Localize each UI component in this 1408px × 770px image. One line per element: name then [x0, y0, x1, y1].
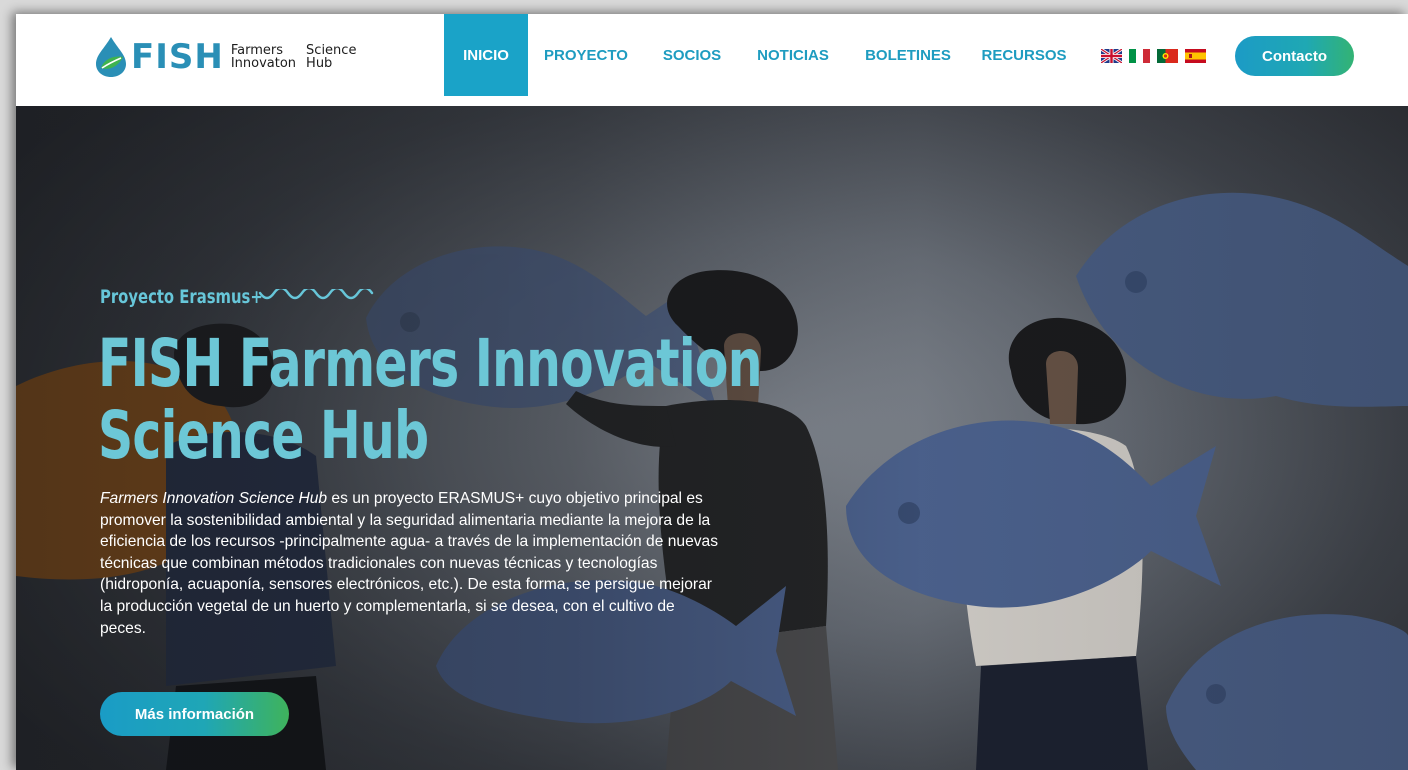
nav-item-inicio[interactable]: INICIO — [444, 14, 528, 96]
hero-section: Proyecto Erasmus+ FISH Farmers Innovatio… — [16, 106, 1408, 770]
site-header: FISH Farmers Science Innovaton Hub INICI… — [16, 14, 1408, 106]
hero-eyebrow-text: Proyecto Erasmus+ — [100, 286, 263, 308]
language-switcher — [1101, 49, 1206, 63]
logo-tagline: Farmers Science Innovaton Hub — [231, 44, 357, 70]
nav-item-boletines[interactable]: BOLETINES — [860, 14, 956, 96]
logo-tagline-word: Hub — [306, 56, 333, 71]
hero-title-line: FISH Farmers Innovation — [98, 325, 763, 402]
hero-description-emphasis: Farmers Innovation Science Hub — [100, 490, 328, 507]
hero-eyebrow: Proyecto Erasmus+ — [100, 286, 374, 308]
hero-description: Farmers Innovation Science Hub es un pro… — [100, 488, 720, 639]
uk-flag-icon[interactable] — [1101, 49, 1122, 63]
nav-item-proyecto[interactable]: PROYECTO — [540, 14, 632, 96]
more-info-button[interactable]: Más información — [100, 692, 289, 736]
site-logo[interactable]: FISH Farmers Science Innovaton Hub — [92, 30, 392, 84]
contact-button[interactable]: Contacto — [1235, 36, 1354, 76]
portugal-flag-icon[interactable] — [1157, 49, 1178, 63]
nav-item-recursos[interactable]: RECURSOS — [978, 14, 1070, 96]
browser-viewport: FISH Farmers Science Innovaton Hub INICI… — [16, 14, 1408, 770]
spain-flag-icon[interactable] — [1185, 49, 1206, 63]
italy-flag-icon[interactable] — [1129, 49, 1150, 63]
logo-tagline-word: Innovaton — [230, 56, 297, 71]
logo-wordmark: FISH — [131, 37, 224, 77]
nav-item-noticias[interactable]: NOTICIAS — [750, 14, 836, 96]
water-drop-logo-icon — [96, 37, 126, 77]
wave-decoration-icon — [258, 289, 374, 300]
nav-item-socios[interactable]: SOCIOS — [656, 14, 728, 96]
hero-description-body: es un proyecto ERASMUS+ cuyo objetivo pr… — [100, 490, 719, 637]
hero-title: FISH Farmers Innovation Science Hub — [98, 325, 763, 474]
hero-title-line: Science Hub — [98, 397, 429, 474]
